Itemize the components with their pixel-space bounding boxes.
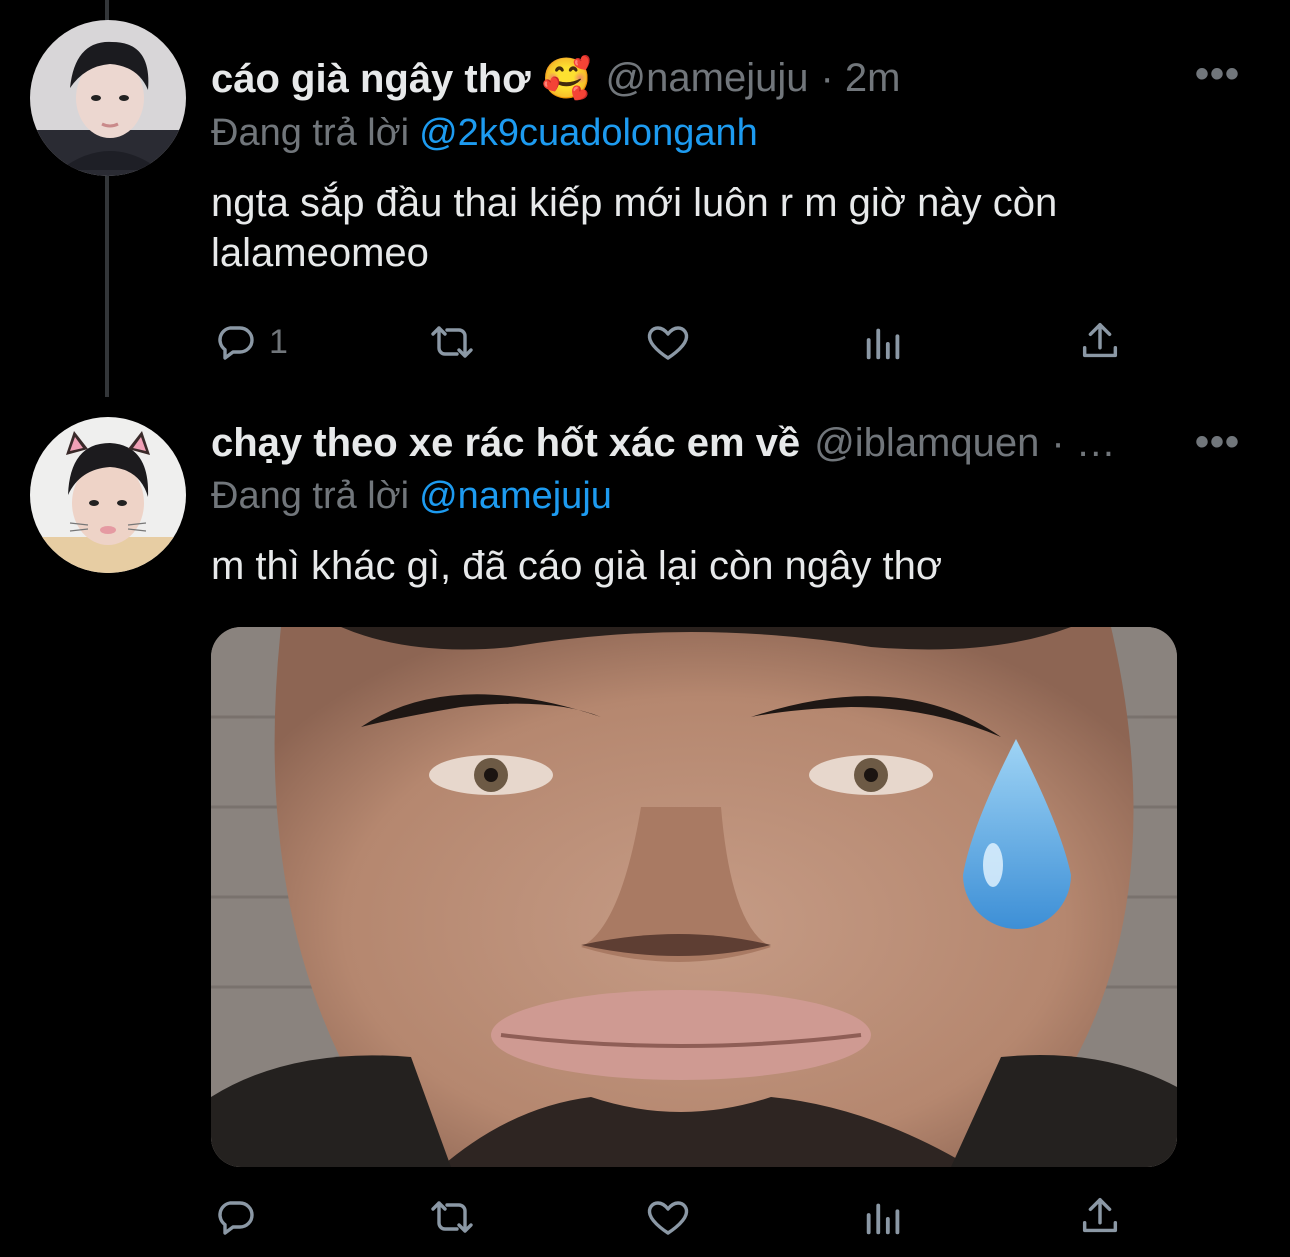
reply-icon (211, 318, 259, 366)
reply-prefix: Đang trả lời (211, 112, 410, 154)
reply-mention-link[interactable]: @2k9cuadolonganh (419, 112, 758, 154)
reply-icon (211, 1193, 259, 1241)
analytics-button[interactable] (861, 316, 907, 368)
tweet-text: m thì khác gì, đã cáo già lại còn ngây t… (211, 544, 943, 588)
tweet-actions (211, 1191, 1121, 1243)
retweet-icon (425, 318, 479, 366)
share-button[interactable] (1077, 1191, 1123, 1243)
display-name[interactable]: cáo già ngây thơ 🥰 (211, 55, 592, 102)
like-icon (643, 318, 693, 366)
tweet-text: ngta sắp đầu thai kiếp mới luôn r m giờ … (211, 181, 1058, 275)
reply-button[interactable]: 1 (211, 316, 288, 368)
avatar[interactable] (30, 20, 186, 176)
reply-button[interactable] (211, 1191, 269, 1243)
share-icon (1077, 318, 1123, 366)
tweet-header: chạy theo xe rác hốt xác em về @iblamque… (211, 413, 1116, 473)
reply-context: Đang trả lời @2k9cuadolonganh (211, 112, 758, 155)
reply-mention-link[interactable]: @namejuju (419, 475, 612, 517)
tweet-image[interactable] (211, 627, 1177, 1167)
timestamp[interactable]: · … (1051, 421, 1115, 466)
like-button[interactable] (643, 1191, 693, 1243)
retweet-icon (425, 1193, 479, 1241)
tweet-header: cáo già ngây thơ 🥰 @namejuju · 2m (211, 48, 900, 108)
share-button[interactable] (1077, 316, 1123, 368)
analytics-button[interactable] (861, 1191, 907, 1243)
tweet-actions: 1 (211, 316, 1121, 368)
retweet-button[interactable] (425, 316, 479, 368)
more-icon[interactable]: ••• (1195, 420, 1240, 465)
reply-context: Đang trả lời @namejuju (211, 475, 612, 518)
display-name[interactable]: chạy theo xe rác hốt xác em về (211, 421, 800, 466)
analytics-icon (861, 1193, 907, 1241)
share-icon (1077, 1193, 1123, 1241)
like-icon (643, 1193, 693, 1241)
like-button[interactable] (643, 316, 693, 368)
username[interactable]: @iblamquen (814, 421, 1039, 466)
analytics-icon (861, 318, 907, 366)
retweet-button[interactable] (425, 1191, 479, 1243)
timestamp[interactable]: · 2m (820, 56, 900, 101)
more-icon[interactable]: ••• (1195, 52, 1240, 97)
reply-prefix: Đang trả lời (211, 475, 410, 517)
reply-count: 1 (269, 322, 288, 361)
username[interactable]: @namejuju (606, 56, 809, 101)
avatar[interactable] (30, 417, 186, 573)
